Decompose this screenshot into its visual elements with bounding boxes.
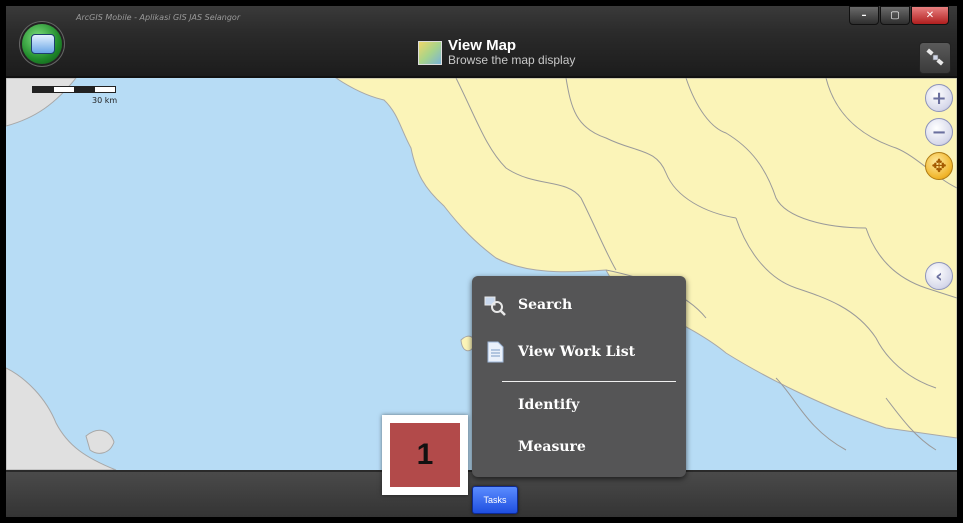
zoom-in-button[interactable]: + xyxy=(925,84,953,112)
search-icon xyxy=(484,294,506,316)
collapse-panel-button[interactable]: ‹ xyxy=(925,262,953,290)
scale-label: 30 km xyxy=(92,96,118,105)
restore-button[interactable]: ▢ xyxy=(880,6,910,25)
tasks-button[interactable]: Tasks xyxy=(472,486,518,514)
menu-item-search[interactable]: Search xyxy=(484,294,572,316)
satellite-icon xyxy=(926,48,944,66)
menu-item-label: Identify xyxy=(518,397,580,413)
view-subtitle: Browse the map display xyxy=(448,53,576,67)
menu-item-label: Search xyxy=(518,297,573,313)
gps-button[interactable] xyxy=(919,42,951,74)
menu-item-label: View Work List xyxy=(518,344,636,360)
pan-icon: ✥ xyxy=(931,155,947,177)
step-callout-badge: 1 xyxy=(390,423,460,487)
plus-icon: + xyxy=(931,87,947,109)
window-controls: – ▢ ✕ xyxy=(848,6,949,25)
app-title: ArcGIS Mobile - Aplikasi GIS JAS Selango… xyxy=(76,13,241,22)
menu-item-label: Measure xyxy=(518,439,586,455)
menu-item-measure[interactable]: Measure xyxy=(518,439,586,455)
app-logo-icon[interactable] xyxy=(22,24,62,64)
step-callout: 1 xyxy=(382,415,468,495)
document-icon xyxy=(484,341,506,363)
pan-button[interactable]: ✥ xyxy=(925,152,953,180)
chevron-left-icon: ‹ xyxy=(935,265,943,287)
menu-divider xyxy=(502,381,676,382)
close-button[interactable]: ✕ xyxy=(911,6,949,25)
tasks-menu: Search View Work List Identify Measure xyxy=(472,276,686,477)
map-icon xyxy=(418,40,442,65)
zoom-out-button[interactable]: − xyxy=(925,118,953,146)
minimize-button[interactable]: – xyxy=(849,6,879,25)
step-number: 1 xyxy=(416,438,434,471)
view-title: View Map xyxy=(448,37,517,54)
view-header: View Map Browse the map display xyxy=(418,38,575,67)
title-bar: ArcGIS Mobile - Aplikasi GIS JAS Selango… xyxy=(6,6,957,78)
app-window: ArcGIS Mobile - Aplikasi GIS JAS Selango… xyxy=(6,6,957,517)
menu-item-view-work-list[interactable]: View Work List xyxy=(484,341,635,363)
minus-icon: − xyxy=(931,121,947,143)
menu-item-identify[interactable]: Identify xyxy=(518,397,579,413)
scale-bar-graphic xyxy=(32,86,116,93)
scale-bar: 30 km xyxy=(32,86,117,105)
